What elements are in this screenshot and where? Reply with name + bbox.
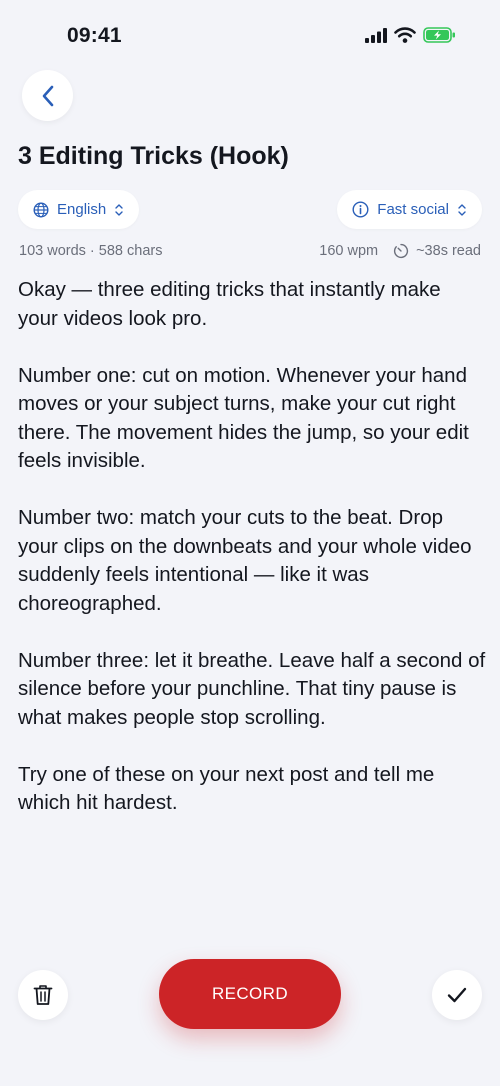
chevron-left-icon [42, 85, 53, 106]
info-icon [352, 201, 369, 218]
delete-button[interactable] [18, 970, 68, 1020]
cellular-signal-icon [365, 27, 387, 43]
up-down-chevron-icon [458, 203, 466, 216]
script-paragraph: Try one of these on your next post and t… [18, 762, 435, 815]
record-button[interactable]: RECORD [159, 959, 341, 1029]
script-paragraph: Number one: cut on motion. Whenever your… [18, 363, 469, 473]
read-time-label: ~38s read [416, 243, 481, 259]
battery-charging-icon [423, 27, 455, 43]
up-down-chevron-icon [115, 203, 123, 216]
script-paragraph: Number two: match your cuts to the beat.… [18, 506, 472, 615]
checkmark-icon [447, 987, 467, 1003]
script-paragraph: Okay — three editing tricks that instant… [18, 278, 441, 330]
trash-icon [33, 985, 53, 1005]
script-title: 3 Editing Tricks (Hook) [18, 142, 289, 170]
delivery-style-label: Fast social [377, 201, 449, 218]
timer-icon [394, 243, 409, 259]
language-label: English [57, 201, 107, 218]
wifi-icon [394, 27, 416, 43]
status-time: 09:41 [67, 24, 122, 47]
script-text[interactable]: Okay — three editing tricks that instant… [18, 276, 486, 846]
status-icons [365, 27, 456, 43]
status-bar: 09:41 [0, 0, 500, 72]
wpm-label: 160 wpm [319, 243, 379, 259]
globe-icon [33, 201, 49, 218]
back-button[interactable] [22, 70, 73, 121]
done-button[interactable] [432, 970, 482, 1020]
word-char-count: 103 words · 588 chars [19, 243, 163, 259]
reading-stats: 160 wpm ~38s read [319, 243, 481, 259]
script-paragraph: Number three: let it breathe. Leave half… [18, 648, 486, 729]
delivery-style-selector[interactable]: Fast social [337, 190, 482, 229]
language-selector[interactable]: English [18, 190, 140, 229]
